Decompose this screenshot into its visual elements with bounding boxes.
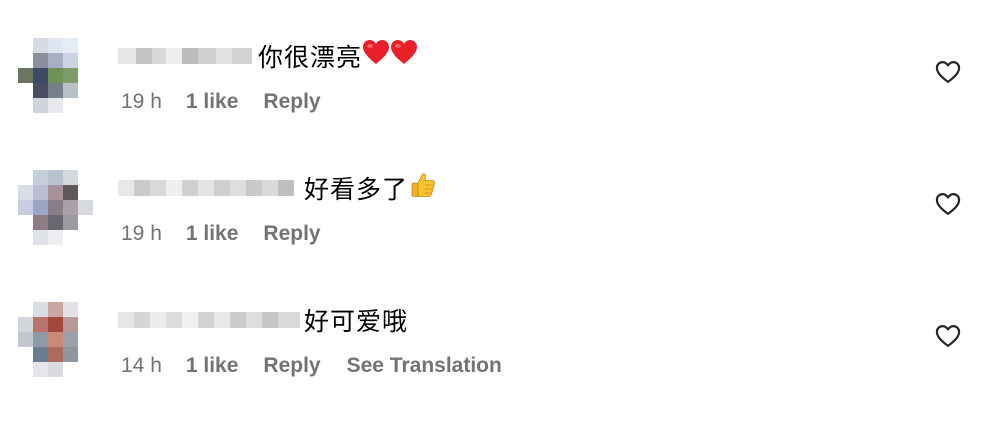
heart-outline-icon[interactable] [934, 58, 962, 86]
comment-text: 你很漂亮 [258, 38, 418, 74]
reply-button[interactable]: Reply [263, 90, 320, 114]
thumbs-up-emoji [409, 171, 437, 206]
timestamp[interactable]: 14 h [121, 354, 162, 378]
comment-meta: 14 h 1 like Reply See Translation [121, 354, 502, 378]
like-count[interactable]: 1 like [186, 354, 239, 378]
red-heart-emoji [363, 39, 418, 73]
comment-text-content: 好看多了 [304, 176, 409, 204]
username-pixelated[interactable] [118, 40, 252, 72]
avatar[interactable] [18, 170, 93, 245]
comment-item: 你很漂亮 19 h 1 like Reply [0, 38, 986, 158]
see-translation-button[interactable]: See Translation [347, 354, 502, 378]
username-pixelated[interactable] [118, 172, 294, 204]
comment-item: 好看多了 19 h 1 like Reply [0, 170, 986, 290]
heart-outline-icon[interactable] [934, 322, 962, 350]
comment-text-content: 你很漂亮 [258, 44, 363, 72]
reply-button[interactable]: Reply [263, 222, 320, 246]
avatar[interactable] [18, 38, 93, 113]
username-pixelated[interactable] [118, 304, 300, 336]
comment-text: 好看多了 [304, 170, 437, 206]
comment-text: 好可爱哦 [304, 302, 408, 338]
timestamp[interactable]: 19 h [121, 222, 162, 246]
comment-meta: 19 h 1 like Reply [121, 222, 347, 246]
avatar[interactable] [18, 302, 93, 377]
comment-item: 好可爱哦 14 h 1 like Reply See Translation [0, 302, 986, 422]
like-count[interactable]: 1 like [186, 90, 239, 114]
comment-text-content: 好可爱哦 [304, 308, 409, 336]
timestamp[interactable]: 19 h [121, 90, 162, 114]
comment-meta: 19 h 1 like Reply [121, 90, 347, 114]
reply-button[interactable]: Reply [263, 354, 320, 378]
like-count[interactable]: 1 like [186, 222, 239, 246]
heart-outline-icon[interactable] [934, 190, 962, 218]
